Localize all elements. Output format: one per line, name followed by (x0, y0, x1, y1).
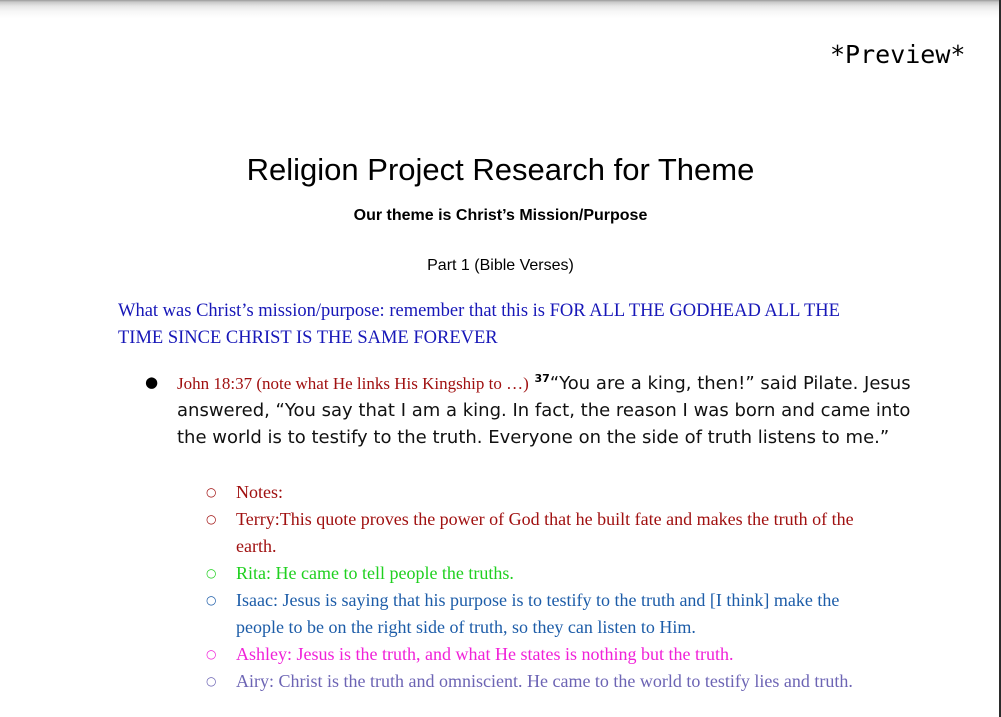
note-text: Terry:This quote proves the power of God… (236, 509, 854, 556)
note-text: Isaac: Jesus is saying that his purpose … (236, 590, 840, 637)
bullet-icon: ● (145, 373, 159, 391)
intro-paragraph: What was Christ’s mission/purpose: remem… (118, 301, 840, 348)
window-top-shadow (0, 0, 1001, 18)
note-item: ○ Isaac: Jesus is saying that his purpos… (206, 587, 896, 641)
document-subtitle: Our theme is Christ’s Mission/Purpose (353, 207, 648, 224)
sub-bullet-icon: ○ (206, 647, 217, 661)
sub-bullet-icon: ○ (206, 485, 217, 499)
sub-bullet-icon: ○ (206, 512, 217, 526)
preview-window: *Preview* Religion Project Research for … (0, 0, 1001, 717)
note-item: ○ Ashley: Jesus is the truth, and what H… (206, 641, 896, 668)
note-item: ○ Airy: Christ is the truth and omniscie… (206, 668, 896, 695)
sub-bullet-icon: ○ (206, 593, 217, 607)
part-heading: Part 1 (Bible Verses) (427, 257, 574, 274)
note-text: Ashley: Jesus is the truth, and what He … (236, 644, 734, 664)
note-item: ○ Rita: He came to tell people the truth… (206, 560, 896, 587)
note-item: ○ Terry:This quote proves the power of G… (206, 506, 896, 560)
preview-label: *Preview* (830, 40, 966, 69)
document-title: Religion Project Research for Theme (246, 152, 755, 187)
note-text: Notes: (236, 482, 283, 502)
sub-bullet-icon: ○ (206, 674, 217, 688)
sub-bullet-icon: ○ (206, 566, 217, 580)
verse-reference: John 18:37 (note what He links His Kings… (177, 374, 529, 393)
note-text: Rita: He came to tell people the truths. (236, 563, 514, 583)
note-text: Airy: Christ is the truth and omniscient… (236, 671, 853, 691)
verse-number: 37 (534, 372, 550, 385)
verse-list-item: John 18:37 (note what He links His Kings… (177, 370, 917, 451)
note-item: ○ Notes: (206, 479, 896, 506)
